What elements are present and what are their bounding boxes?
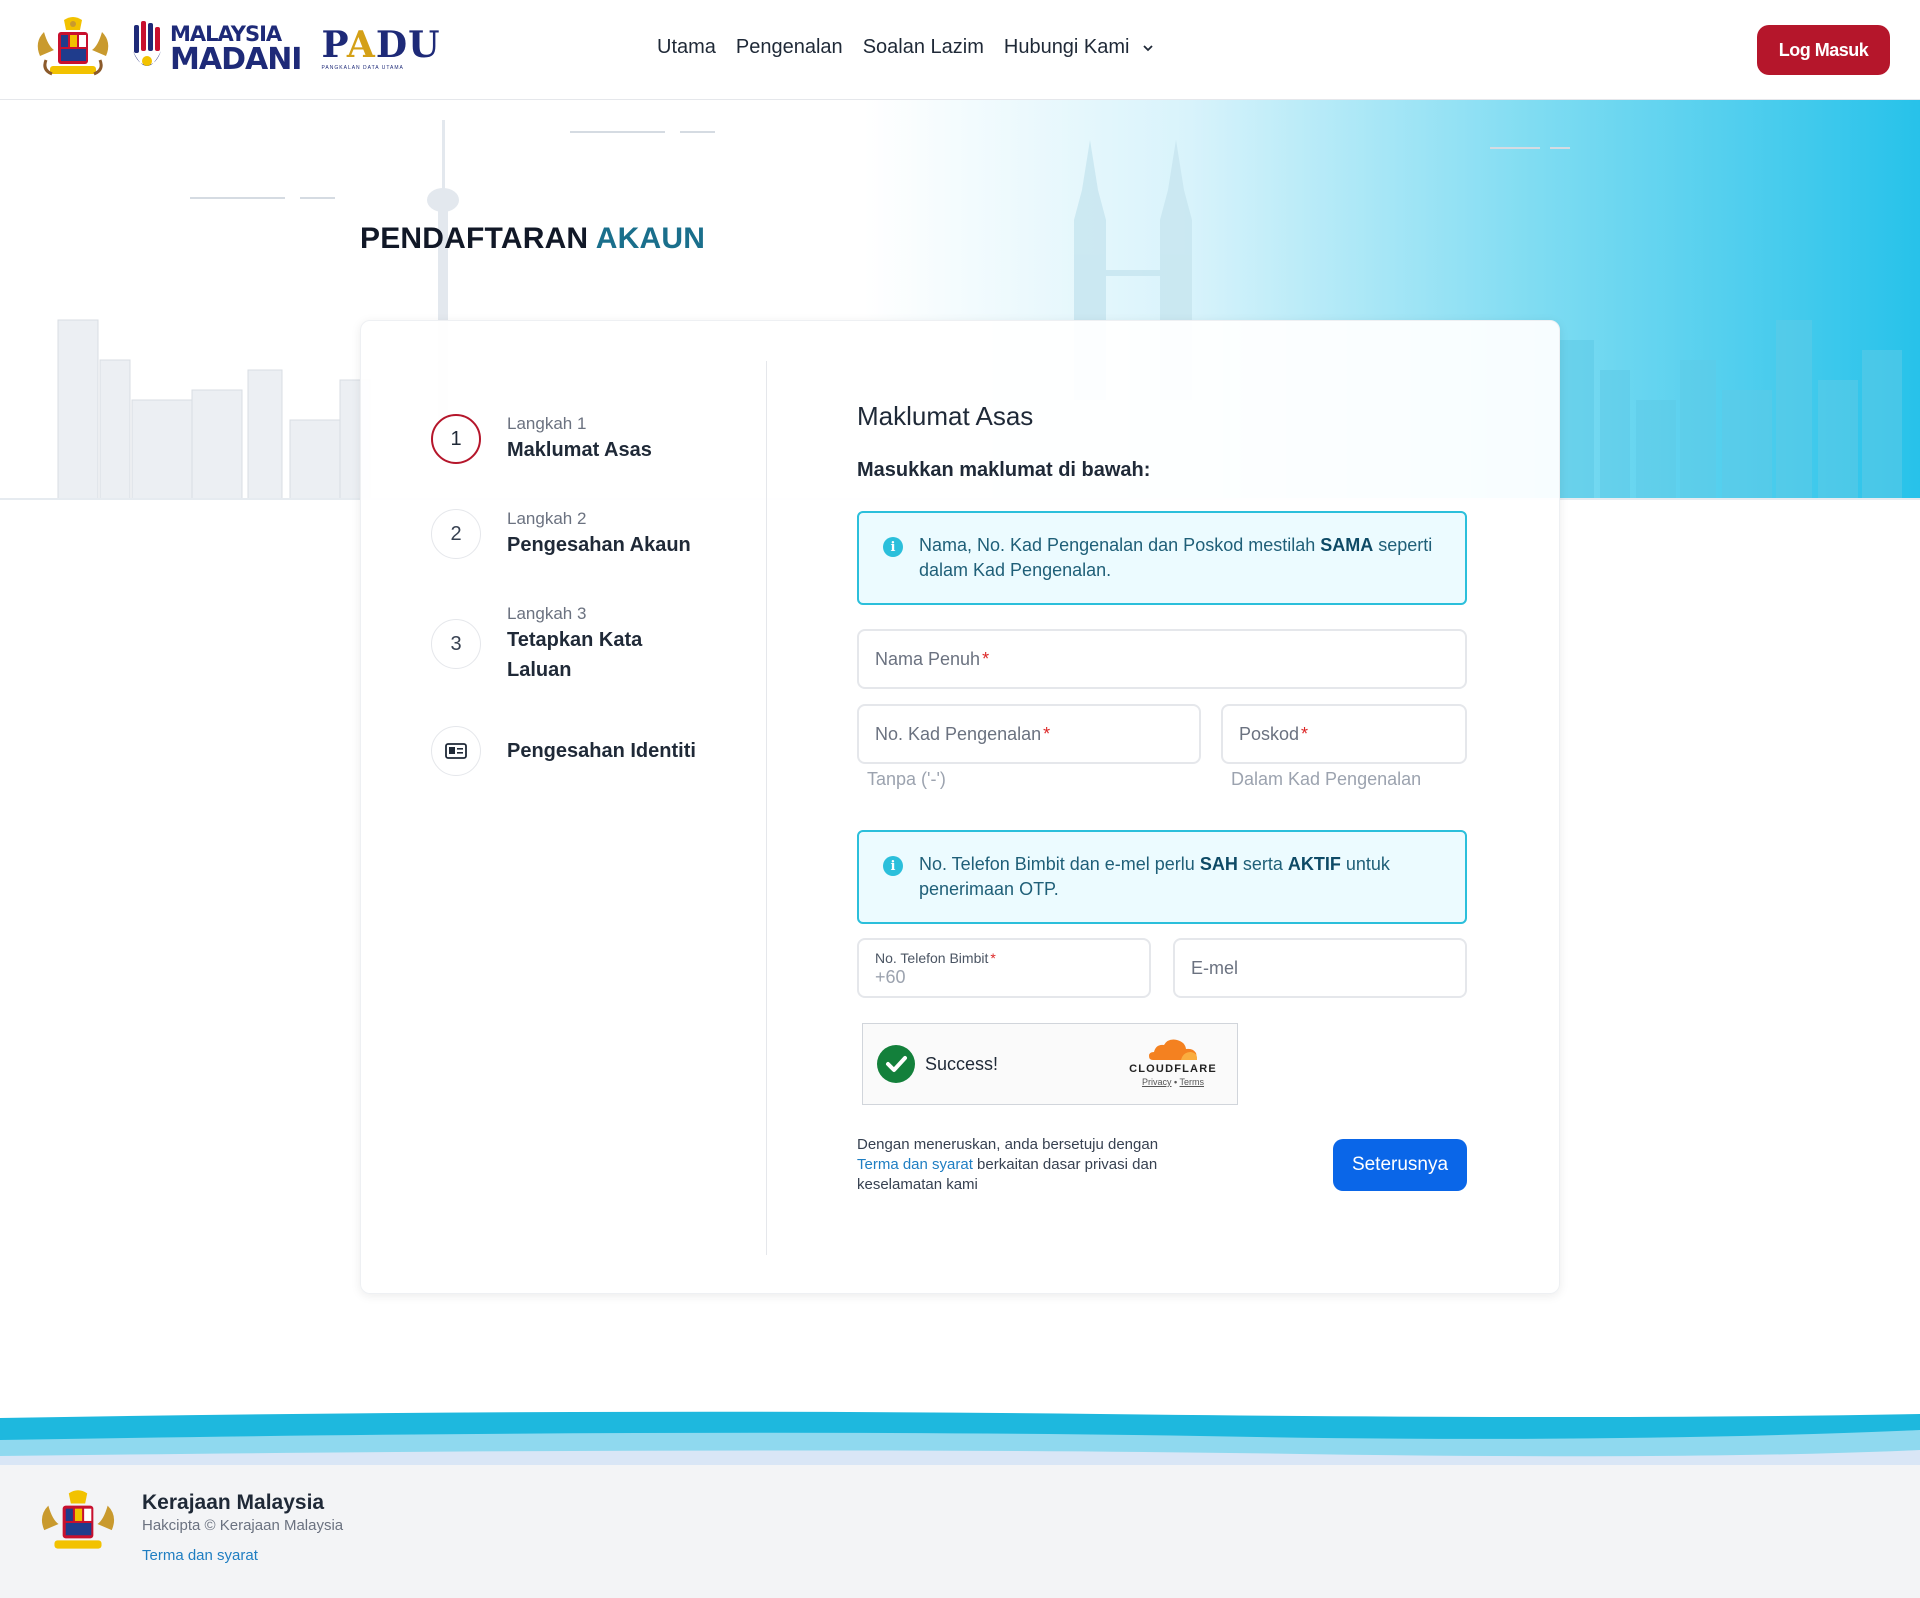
required-mark: *	[1043, 723, 1051, 744]
footer-wave	[0, 1411, 1920, 1470]
consent-text1: Dengan meneruskan, anda bersetuju dengan	[857, 1136, 1159, 1153]
info-icon: i	[883, 537, 903, 557]
consent-text: Dengan meneruskan, anda bersetuju dengan…	[857, 1135, 1197, 1195]
step-3-label-line1: Tetapkan Kata	[507, 629, 643, 651]
nav-hubungi-kami[interactable]: Hubungi Kami	[1004, 36, 1130, 59]
phone-field[interactable]: No. Telefon Bimbit * +60	[857, 938, 1151, 998]
full-name-field[interactable]: Nama Penuh *	[857, 629, 1467, 689]
postcode-label: Poskod	[1239, 723, 1300, 744]
cloudflare-wordmark: CLOUDFLARE	[1129, 1063, 1217, 1075]
nav-pengenalan[interactable]: Pengenalan	[736, 36, 843, 59]
padu-a: A	[346, 24, 376, 66]
step-2-label: Pengesahan Akaun	[507, 534, 691, 556]
padu-tagline: PANGKALAN DATA UTAMA	[321, 65, 404, 71]
info-alert-otp: i No. Telefon Bimbit dan e-mel perlu SAH…	[857, 830, 1467, 924]
madani-line2: MADANI	[170, 41, 302, 77]
full-name-label: Nama Penuh	[875, 648, 981, 669]
nav-utama[interactable]: Utama	[657, 36, 716, 59]
footer-terms-link[interactable]: Terma dan syarat	[142, 1547, 258, 1564]
step-4[interactable]: Pengesahan Identiti	[431, 726, 696, 776]
phone-label: No. Telefon Bimbit	[875, 950, 989, 966]
terms-link[interactable]: Terma dan syarat	[857, 1156, 973, 1173]
madani-mark-icon	[133, 21, 161, 66]
required-mark: *	[990, 950, 996, 966]
jata-negara-footer-logo	[41, 1490, 115, 1549]
step-4-circle	[431, 726, 481, 776]
info-alert-ic: i Nama, No. Kad Pengenalan dan Poskod me…	[857, 511, 1467, 605]
success-check-icon	[877, 1045, 915, 1083]
nav-soalan-lazim[interactable]: Soalan Lazim	[863, 36, 984, 59]
alert2-text1: No. Telefon Bimbit dan e-mel perlu	[919, 854, 1200, 874]
site-footer: Kerajaan Malaysia Hakcipta © Kerajaan Ma…	[0, 1465, 1920, 1598]
cloudflare-links: Privacy • Terms	[1121, 1077, 1225, 1087]
postcode-hint: Dalam Kad Pengenalan	[1231, 769, 1422, 789]
captcha-status: Success!	[925, 1054, 999, 1074]
step-1[interactable]: 1 Langkah 1 Maklumat Asas	[431, 413, 652, 465]
step-2-circle: 2	[431, 509, 481, 559]
form-subtitle: Masukkan maklumat di bawah:	[857, 459, 1151, 481]
step-3[interactable]: 3 Langkah 3 Tetapkan Kata Laluan	[431, 603, 642, 685]
next-button[interactable]: Seterusnya	[1333, 1139, 1467, 1191]
padu-p: P	[321, 24, 347, 66]
main-nav: Utama Pengenalan Soalan Lazim Hubungi Ka…	[657, 36, 1154, 59]
registration-card: 1 Langkah 1 Maklumat Asas 2 Langkah 2 Pe…	[360, 320, 1560, 1294]
chevron-down-icon	[1142, 44, 1153, 51]
nav-hubungi-kami-dropdown[interactable]: Hubungi Kami	[1004, 36, 1154, 59]
alert2-bold1: SAH	[1199, 854, 1238, 874]
jata-negara-logo[interactable]	[30, 16, 116, 82]
padu-logo[interactable]: PADU PANGKALAN DATA UTAMA	[321, 27, 440, 71]
madani-wordmark: MALAYSIA MADANI	[170, 23, 302, 77]
logo-group: MALAYSIA MADANI PADU PANGKALAN DATA UTAM…	[30, 16, 440, 82]
step-2[interactable]: 2 Langkah 2 Pengesahan Akaun	[431, 508, 691, 560]
ic-number-hint: Tanpa ('-')	[867, 769, 946, 789]
step-2-small: Langkah 2	[507, 509, 587, 528]
footer-title: Kerajaan Malaysia	[142, 1491, 325, 1514]
page-title: PENDAFTARAN AKAUN	[360, 222, 705, 256]
footer-copyright: Hakcipta © Kerajaan Malaysia	[142, 1517, 344, 1534]
cloudflare-link-separator: •	[1174, 1077, 1178, 1087]
id-card-icon	[445, 743, 467, 759]
info-icon: i	[883, 856, 903, 876]
cloudflare-logo: CLOUDFLARE Privacy • Terms	[1121, 1036, 1225, 1087]
step-3-small: Langkah 3	[507, 604, 587, 623]
ic-number-label: No. Kad Pengenalan	[875, 723, 1042, 744]
cloudflare-terms-link[interactable]: Terms	[1180, 1077, 1205, 1087]
step-3-label-line2: Laluan	[507, 659, 572, 681]
required-mark: *	[1301, 723, 1309, 744]
step-1-small: Langkah 1	[507, 414, 587, 433]
padu-wordmark: PADU	[321, 27, 440, 63]
login-button[interactable]: Log Masuk	[1757, 25, 1890, 75]
site-header: MALAYSIA MADANI PADU PANGKALAN DATA UTAM…	[0, 0, 1920, 100]
phone-prefix: +60	[875, 967, 906, 987]
required-mark: *	[982, 648, 990, 669]
ic-number-field[interactable]: No. Kad Pengenalan *	[857, 704, 1201, 764]
padu-du: DU	[375, 24, 441, 66]
form-title: Maklumat Asas	[857, 401, 1034, 431]
alert2-bold2: AKTIF	[1287, 854, 1341, 874]
step-1-circle: 1	[431, 414, 481, 464]
card-divider	[766, 361, 767, 1255]
alert1-bold1: SAMA	[1320, 535, 1374, 555]
alert1-text1: Nama, No. Kad Pengenalan dan Poskod mest…	[919, 535, 1321, 555]
alert2-text2: serta	[1237, 854, 1288, 874]
email-field[interactable]: E-mel	[1173, 938, 1467, 998]
cloudflare-cloud-icon	[1149, 1039, 1197, 1060]
cloudflare-privacy-link[interactable]: Privacy	[1142, 1077, 1172, 1087]
captcha-widget[interactable]: Success! CLOUDFLARE Privacy • Terms	[862, 1023, 1238, 1105]
step-4-label: Pengesahan Identiti	[507, 740, 696, 762]
step-3-circle: 3	[431, 619, 481, 669]
page-title-part1: PENDAFTARAN	[360, 222, 589, 255]
page-title-part2: AKAUN	[595, 222, 706, 255]
malaysia-madani-logo[interactable]: MALAYSIA MADANI	[130, 21, 302, 77]
step-1-label: Maklumat Asas	[507, 439, 652, 461]
postcode-field[interactable]: Poskod *	[1221, 704, 1467, 764]
email-label: E-mel	[1191, 957, 1239, 978]
